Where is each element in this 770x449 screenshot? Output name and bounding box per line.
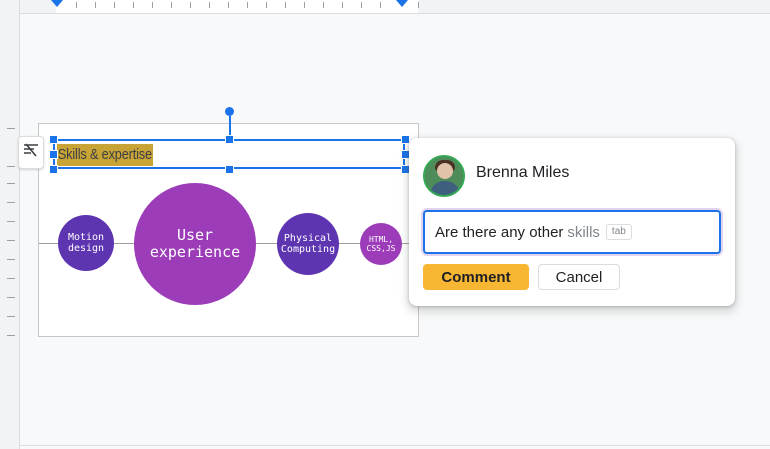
resize-handle-left[interactable] — [49, 150, 58, 159]
format-clear-button[interactable] — [18, 136, 44, 169]
avatar-body — [430, 181, 460, 195]
ruler-tick — [7, 297, 15, 298]
page-bottom-border — [20, 445, 770, 446]
format-clear-icon — [23, 143, 39, 162]
ruler-tick — [285, 2, 286, 8]
ruler-tick — [190, 2, 191, 8]
circle-label: experience — [149, 243, 241, 261]
resize-handle-top[interactable] — [225, 135, 234, 144]
resize-handle-bottom[interactable] — [225, 165, 234, 174]
ruler-tick — [7, 202, 15, 203]
circle-label: User — [176, 225, 214, 244]
ruler-tick — [7, 335, 15, 336]
avatar — [423, 155, 465, 197]
ruler-tick — [247, 2, 248, 8]
cancel-button[interactable]: Cancel — [538, 264, 620, 290]
ruler-tick — [304, 2, 305, 8]
ruler-tick — [95, 2, 96, 8]
circle-label: CSS,JS — [366, 244, 396, 253]
smart-compose-suggestion: skills — [567, 223, 600, 241]
ruler-tick — [342, 2, 343, 8]
ruler-tick — [266, 2, 267, 8]
ruler-tick — [171, 2, 172, 8]
circle-user-experience[interactable]: User experience — [134, 183, 256, 305]
ruler-tick — [7, 240, 15, 241]
left-indent-marker[interactable] — [51, 0, 63, 7]
ruler-tick — [323, 2, 324, 8]
resize-handle-bottom-left[interactable] — [49, 165, 58, 174]
ruler-tick — [418, 2, 419, 8]
ruler-tick — [7, 221, 15, 222]
circle-label: HTML, — [368, 234, 394, 244]
circle-label: Motion — [67, 231, 105, 243]
ruler-tick — [133, 2, 134, 8]
ruler-tick — [76, 2, 77, 8]
rotate-handle[interactable] — [225, 107, 234, 116]
ruler-active-area — [56, 0, 418, 13]
avatar-head — [437, 163, 453, 179]
ruler-tick — [7, 128, 15, 129]
ruler-tick — [361, 2, 362, 8]
ruler-tick — [7, 278, 15, 279]
ruler-tick — [7, 259, 15, 260]
circle-html-css-js[interactable]: HTML, CSS,JS — [360, 223, 402, 265]
comment-button[interactable]: Comment — [423, 264, 529, 290]
ruler-tick — [380, 2, 381, 8]
ruler-tick — [114, 2, 115, 8]
ruler-tick — [152, 2, 153, 8]
circle-label: Computing — [280, 244, 336, 255]
right-indent-marker[interactable] — [396, 0, 408, 7]
ruler-tick — [7, 183, 15, 184]
circle-label: design — [67, 243, 105, 254]
circle-physical-computing[interactable]: Physical Computing — [277, 213, 339, 275]
comment-input[interactable]: Are there any other skills tab — [423, 210, 721, 254]
rotation-stem — [229, 116, 231, 136]
tab-hint-chip: tab — [605, 224, 632, 240]
circle-label: Physical — [283, 232, 333, 244]
ruler-tick — [228, 2, 229, 8]
ruler-tick — [209, 2, 210, 8]
slide-title[interactable]: Skills & expertise — [57, 144, 153, 166]
circle-motion-design[interactable]: Motion design — [58, 215, 114, 271]
ruler-tick — [7, 316, 15, 317]
horizontal-ruler — [20, 0, 770, 14]
comment-author-name: Brenna Miles — [476, 164, 570, 181]
vertical-ruler — [0, 0, 20, 449]
resize-handle-top-left[interactable] — [49, 135, 58, 144]
ruler-tick — [7, 166, 15, 167]
comment-input-text: Are there any other — [435, 223, 564, 241]
